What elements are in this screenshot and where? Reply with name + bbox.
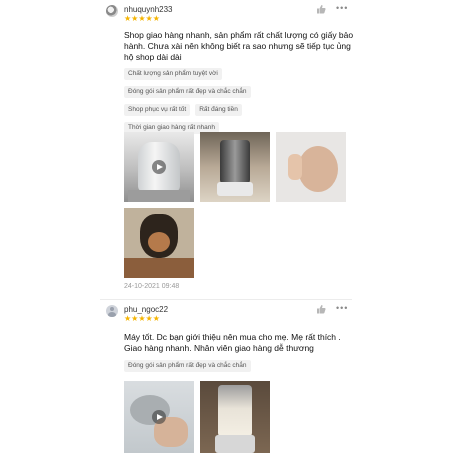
blender-base-image (215, 435, 255, 453)
review-tag: Shop phục vụ rất tốt (124, 104, 191, 116)
review-photo[interactable] (124, 208, 194, 278)
review-item: nhuquynh233 ••• ★ ★ ★ ★ ★ Shop giao hàng… (100, 0, 353, 290)
review-tag: Chất lượng sản phẩm tuyệt vời (124, 68, 222, 80)
blender-base-image (128, 190, 190, 202)
blender-base-image (217, 182, 253, 196)
blender-jar-image (220, 140, 250, 184)
play-icon[interactable] (152, 410, 166, 424)
star-icon: ★ (152, 314, 160, 323)
play-icon[interactable] (152, 160, 166, 174)
more-options-icon[interactable]: ••• (336, 303, 348, 313)
blender-jar-image (218, 385, 252, 437)
star-icon: ★ (124, 14, 132, 23)
review-video-thumbnail[interactable] (124, 381, 194, 453)
review-video-thumbnail[interactable] (124, 132, 194, 202)
more-options-icon[interactable]: ••• (336, 3, 348, 13)
face-image (298, 146, 338, 192)
star-rating: ★ ★ ★ ★ ★ (124, 315, 160, 323)
star-icon: ★ (138, 14, 146, 23)
star-icon: ★ (131, 14, 139, 23)
review-tag: Đóng gói sản phẩm rất đẹp và chắc chắn (124, 360, 251, 372)
review-item: phu_ngoc22 ••• ★ ★ ★ ★ ★ Máy tốt. Dc bạn… (100, 300, 352, 453)
review-tag: Đóng gói sản phẩm rất đẹp và chắc chắn (124, 86, 251, 98)
username[interactable]: phu_ngoc22 (124, 305, 168, 314)
review-tag: Rất đáng tiền (195, 104, 242, 116)
star-icon: ★ (152, 14, 160, 23)
review-date: 24-10-2021 09:48 (124, 283, 180, 290)
review-text: Máy tốt. Dc bạn giới thiệu nên mua cho m… (124, 332, 341, 353)
thumbs-up-icon[interactable] (316, 304, 326, 314)
review-tags: Chất lượng sản phẩm tuyệt vời Đóng gói s… (124, 68, 359, 134)
thumbs-up-icon[interactable] (316, 4, 326, 14)
avatar[interactable] (106, 5, 118, 17)
review-photo[interactable] (200, 132, 270, 202)
star-rating: ★ ★ ★ ★ ★ (124, 15, 160, 23)
review-photo[interactable] (200, 381, 270, 453)
avatar[interactable] (106, 305, 118, 317)
review-tags: Đóng gói sản phẩm rất đẹp và chắc chắn (124, 360, 359, 372)
review-photo[interactable] (276, 132, 346, 202)
star-icon: ★ (124, 314, 132, 323)
star-icon: ★ (145, 314, 153, 323)
star-icon: ★ (131, 314, 139, 323)
star-icon: ★ (138, 314, 146, 323)
username[interactable]: nhuquynh233 (124, 5, 173, 14)
star-icon: ★ (145, 14, 153, 23)
review-text: Shop giao hàng nhanh, sản phẩm rất chất … (124, 30, 354, 62)
thumb-image (288, 154, 302, 180)
